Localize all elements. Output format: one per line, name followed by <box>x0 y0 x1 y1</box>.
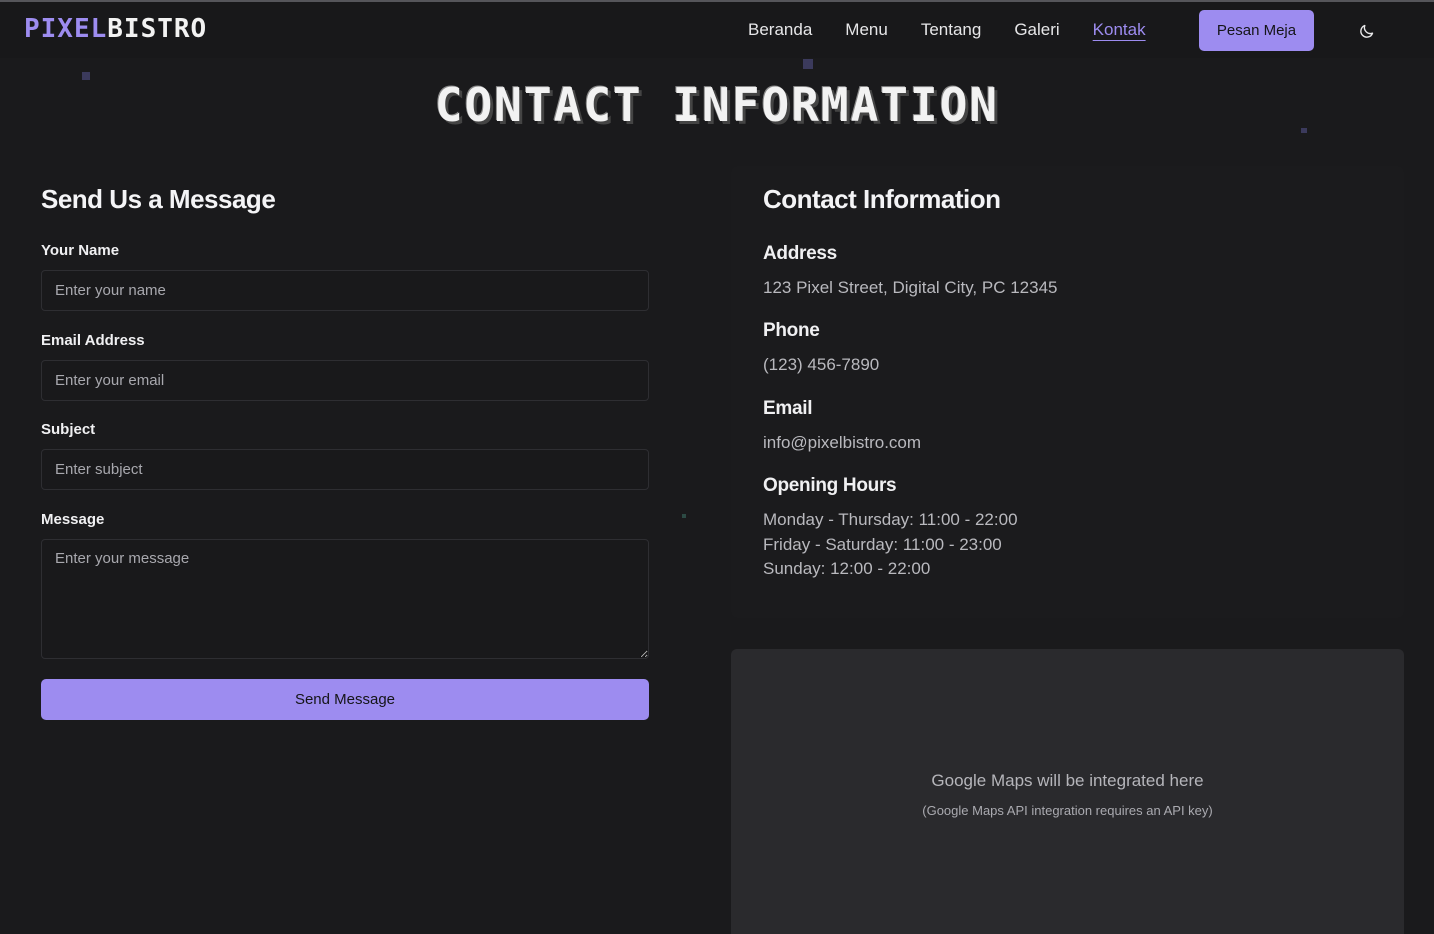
decorative-pixel <box>803 59 813 69</box>
address-value: 123 Pixel Street, Digital City, PC 12345 <box>763 278 1058 297</box>
hours-row: Sunday: 12:00 - 22:00 <box>763 559 931 578</box>
nav-item-tentang[interactable]: Tentang <box>921 20 982 44</box>
message-label: Message <box>41 511 105 528</box>
hours-row: Friday - Saturday: 11:00 - 23:00 <box>763 534 1002 554</box>
message-group: Message <box>41 511 649 659</box>
address-block: Address 123 Pixel Street, Digital City, … <box>763 242 1058 301</box>
email-input[interactable] <box>41 360 649 401</box>
brand-logo-part1: PIXEL <box>24 14 108 44</box>
nav-item-galeri[interactable]: Galeri <box>1014 20 1059 44</box>
nav-item-kontak[interactable]: Kontak <box>1093 20 1146 44</box>
email-info-label: Email <box>763 398 813 419</box>
main-nav: Beranda Menu Tentang Galeri Kontak <box>748 20 1179 44</box>
name-input[interactable] <box>41 270 649 311</box>
decorative-pixel <box>682 514 686 518</box>
message-textarea[interactable] <box>41 539 649 659</box>
email-block: Email info@pixelbistro.com <box>763 397 921 456</box>
map-placeholder-text: Google Maps will be integrated here <box>931 771 1204 790</box>
brand-logo[interactable]: PIXELBISTRO <box>24 14 207 44</box>
map-placeholder-note: (Google Maps API integration requires an… <box>922 803 1213 818</box>
brand-logo-part2: BISTRO <box>107 14 208 44</box>
hours-block: Opening Hours Monday - Thursday: 11:00 -… <box>763 474 1018 582</box>
subject-input[interactable] <box>41 449 649 490</box>
email-group: Email Address <box>41 332 649 401</box>
phone-block: Phone (123) 456-7890 <box>763 319 879 378</box>
send-message-button[interactable]: Send Message <box>41 679 649 720</box>
form-heading: Send Us a Message <box>41 184 276 214</box>
moon-icon[interactable] <box>1359 23 1375 39</box>
nav-item-menu[interactable]: Menu <box>845 20 888 44</box>
name-label: Your Name <box>41 242 120 259</box>
site-header: PIXELBISTRO Beranda Menu Tentang Galeri … <box>0 2 1434 58</box>
hours-label: Opening Hours <box>763 475 897 496</box>
page-title: CONTACT INFORMATION <box>434 78 1000 132</box>
phone-label: Phone <box>763 320 820 341</box>
email-value[interactable]: info@pixelbistro.com <box>763 431 921 456</box>
email-label: Email Address <box>41 332 145 349</box>
contact-info-heading: Contact Information <box>763 184 1001 214</box>
phone-value[interactable]: (123) 456-7890 <box>763 353 879 378</box>
name-group: Your Name <box>41 242 649 311</box>
contact-form: Send Us a Message Your Name Email Addres… <box>41 182 649 720</box>
subject-label: Subject <box>41 421 96 438</box>
address-label: Address <box>763 243 837 264</box>
map-placeholder: Google Maps will be integrated here (Goo… <box>731 649 1404 934</box>
hours-row: Monday - Thursday: 11:00 - 22:00 <box>763 510 1018 529</box>
reserve-table-button[interactable]: Pesan Meja <box>1199 10 1314 51</box>
subject-group: Subject <box>41 421 649 490</box>
contact-info-card: Contact Information Address 123 Pixel St… <box>731 166 1404 618</box>
nav-item-beranda[interactable]: Beranda <box>748 20 812 44</box>
